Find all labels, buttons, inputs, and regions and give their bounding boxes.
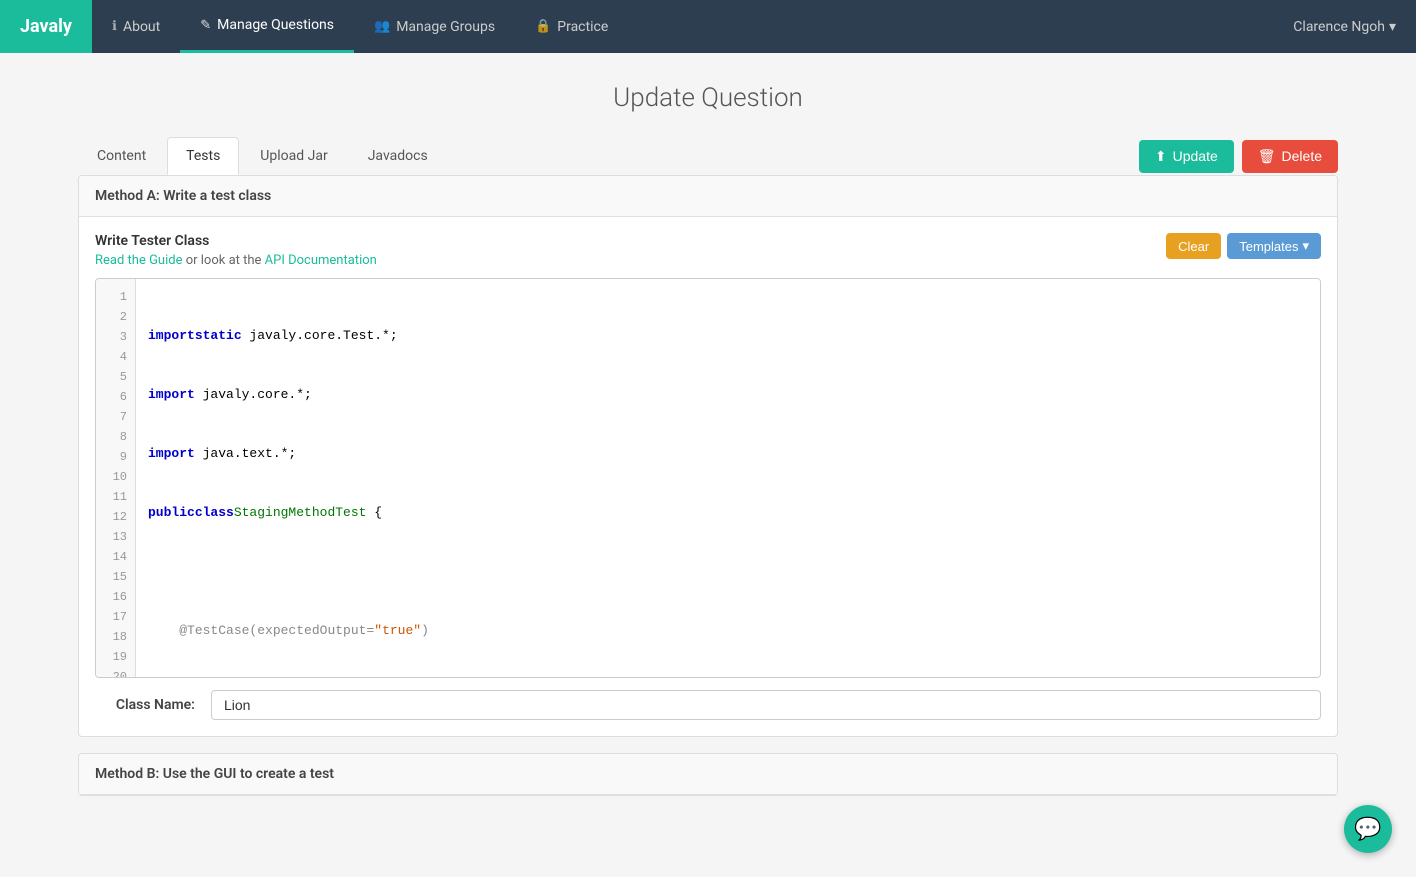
api-doc-link[interactable]: API Documentation	[265, 253, 377, 268]
nav-items: ℹ About ✎ Manage Questions 👥 Manage Grou…	[92, 0, 1273, 53]
method-a-body: Write Tester Class Read the Guide or loo…	[79, 217, 1337, 736]
user-menu[interactable]: Clarence Ngoh ▾	[1273, 0, 1416, 53]
tab-upload-jar[interactable]: Upload Jar	[241, 137, 346, 175]
clear-button[interactable]: Clear	[1166, 233, 1221, 259]
update-button[interactable]: ⬆ Update	[1139, 140, 1234, 173]
code-line	[148, 562, 1308, 582]
manage-questions-icon: ✎	[200, 18, 211, 33]
delete-button[interactable]: 🗑 Delete	[1242, 140, 1338, 173]
tabs-bar: Content Tests Upload Jar Javadocs ⬆ Upda…	[78, 137, 1338, 175]
code-line: public class StagingMethodTest {	[148, 503, 1308, 523]
method-a-header: Method A: Write a test class	[79, 176, 1337, 217]
tab-content[interactable]: Content	[78, 137, 165, 175]
write-tester-title: Write Tester Class	[95, 233, 377, 249]
class-name-input[interactable]	[211, 690, 1321, 720]
brand-logo[interactable]: Javaly	[0, 0, 92, 53]
nav-manage-questions[interactable]: ✎ Manage Questions	[180, 0, 354, 53]
class-name-row: Class Name:	[95, 690, 1321, 720]
nav-about[interactable]: ℹ About	[92, 0, 180, 53]
nav-practice[interactable]: 🔒 Practice	[515, 0, 628, 53]
nav-manage-groups[interactable]: 👥 Manage Groups	[354, 0, 515, 53]
code-line: import static javaly.core.Test.*;	[148, 326, 1308, 346]
method-a-card: Method A: Write a test class Write Teste…	[78, 175, 1338, 737]
method-b-header: Method B: Use the GUI to create a test	[79, 754, 1337, 795]
write-tester-header: Write Tester Class Read the Guide or loo…	[95, 233, 1321, 268]
templates-button[interactable]: Templates ▾	[1227, 233, 1321, 259]
navbar: Javaly ℹ About ✎ Manage Questions 👥 Mana…	[0, 0, 1416, 53]
write-tester-links: Read the Guide or look at the API Docume…	[95, 253, 377, 268]
tab-javadocs[interactable]: Javadocs	[349, 137, 447, 175]
trash-icon: 🗑	[1258, 148, 1276, 165]
code-lines: 1 2 3 4 5 6 7 8 9 10 11 12 13 14	[96, 279, 1320, 678]
write-tester-info: Write Tester Class Read the Guide or loo…	[95, 233, 377, 268]
practice-icon: 🔒	[535, 19, 551, 34]
guide-link[interactable]: Read the Guide	[95, 253, 182, 268]
chevron-down-icon: ▾	[1302, 238, 1309, 254]
chat-button[interactable]: 💬	[1344, 805, 1392, 853]
editor-buttons: Clear Templates ▾	[1166, 233, 1321, 259]
code-content[interactable]: import static javaly.core.Test.*; import…	[136, 279, 1320, 678]
upload-icon: ⬆	[1155, 148, 1167, 165]
code-line: import java.text.*;	[148, 444, 1308, 464]
code-line: import javaly.core.*;	[148, 385, 1308, 405]
class-name-label: Class Name:	[95, 697, 195, 713]
about-icon: ℹ	[112, 19, 117, 34]
code-line: @TestCase(expectedOutput="true")	[148, 621, 1308, 641]
line-numbers: 1 2 3 4 5 6 7 8 9 10 11 12 13 14	[96, 279, 136, 678]
tabs: Content Tests Upload Jar Javadocs	[78, 137, 449, 175]
action-buttons: ⬆ Update 🗑 Delete	[1139, 140, 1338, 173]
page-title: Update Question	[78, 83, 1338, 113]
manage-groups-icon: 👥	[374, 19, 390, 34]
code-editor[interactable]: 1 2 3 4 5 6 7 8 9 10 11 12 13 14	[95, 278, 1321, 678]
page-content: Update Question Content Tests Upload Jar…	[58, 83, 1358, 796]
chat-icon: 💬	[1354, 817, 1381, 842]
method-b-card: Method B: Use the GUI to create a test	[78, 753, 1338, 796]
tab-tests[interactable]: Tests	[167, 137, 239, 175]
